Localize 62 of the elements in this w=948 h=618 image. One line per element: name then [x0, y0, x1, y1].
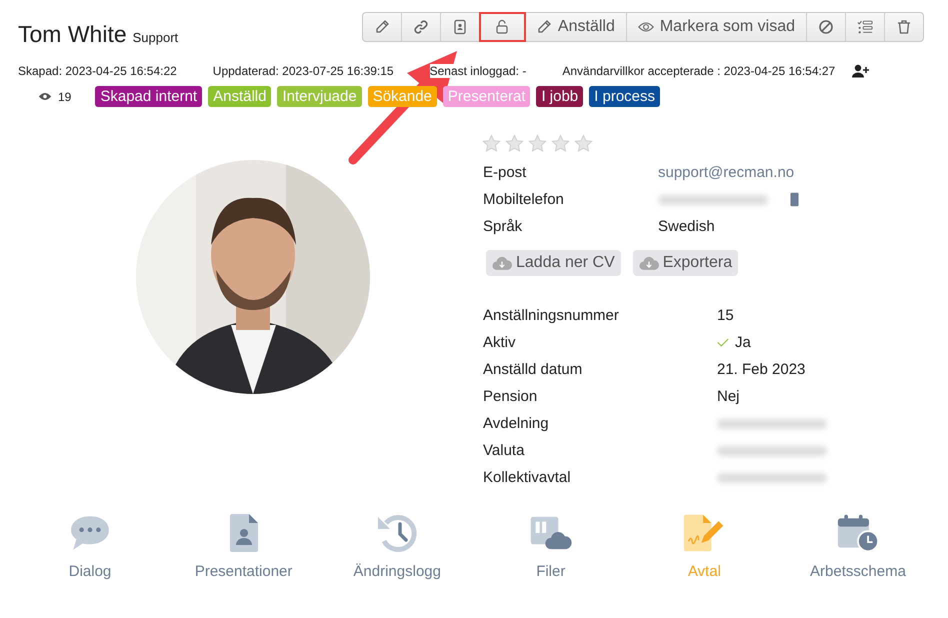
field-label: Aktiv [483, 334, 517, 351]
meta-text: Uppdaterad: 2023-07-25 16:39:15 [212, 64, 394, 78]
meta-text: Skapad: 2023-04-25 16:54:22 [18, 64, 177, 78]
view-count: 19 [58, 90, 72, 104]
field-label: Valuta [483, 442, 526, 459]
bottom-tab[interactable]: Ändringslogg [347, 513, 448, 580]
status-tag: I jobb [536, 86, 584, 107]
person-role: Support [132, 30, 178, 45]
padlock-button[interactable] [480, 13, 525, 41]
bottom-tab[interactable]: Arbetsschema [808, 513, 908, 580]
cloud-download-icon [638, 256, 659, 270]
field-value: Ja [735, 334, 751, 351]
bottom-tab[interactable]: Filer [500, 513, 601, 580]
meta-text: Användarvillkor accepterade : 2023-04-25 16:54:27 [562, 64, 836, 78]
field-value: 15 [717, 307, 734, 324]
field-label: Avdelning [483, 415, 550, 432]
field-label: Kollektivavtal [483, 469, 572, 486]
pencil-icon [374, 19, 390, 35]
status-tag: I process [589, 86, 660, 107]
chat-bubble-icon [69, 513, 111, 553]
star-icon[interactable] [505, 134, 524, 153]
ban-icon [818, 19, 834, 35]
action-button[interactable]: Exportera [632, 250, 738, 276]
status-tag: Skapad internt [95, 86, 202, 107]
signed-document-icon [683, 513, 726, 553]
link-icon [412, 19, 429, 35]
status-tag: Presenterat [442, 86, 530, 107]
toolbar-button[interactable]: Markera som visad [626, 13, 807, 41]
field-label: Anställningsnummer [483, 307, 620, 324]
trash-icon [896, 19, 912, 35]
bottom-tab[interactable]: Dialog [40, 513, 140, 580]
checklist-icon [857, 19, 873, 35]
action-button[interactable]: Ladda ner CV [486, 250, 621, 276]
contact-card-icon [452, 19, 468, 35]
eye-icon [38, 92, 52, 101]
field-label: Mobiltelefon [483, 191, 565, 208]
field-label: Anställd datum [483, 361, 584, 378]
star-icon[interactable] [482, 134, 501, 153]
padlock-icon [494, 19, 510, 35]
star-icon[interactable] [551, 134, 570, 153]
person-name: Tom White [18, 21, 127, 48]
cloud-download-icon [492, 256, 512, 270]
email-link[interactable]: support@recman.no [658, 164, 794, 181]
field-value: Nej [717, 388, 740, 405]
history-clock-icon [376, 513, 418, 553]
meta-text: Senast inloggad: - [430, 64, 526, 78]
status-tag: Sökande [368, 86, 437, 107]
phone-icon[interactable] [790, 192, 799, 207]
field-label: E-post [483, 164, 528, 181]
field-value: 21. Feb 2023 [717, 361, 806, 378]
star-icon[interactable] [528, 134, 547, 153]
calendar-clock-icon [836, 513, 879, 553]
bottom-tab[interactable]: Presentationer [194, 513, 294, 580]
field-label: Pension [483, 388, 538, 405]
status-tag: Intervjuade [277, 86, 362, 107]
pencil-icon [536, 19, 552, 35]
toolbar-button[interactable]: Anställd [524, 13, 627, 41]
field-value: Swedish [658, 218, 715, 235]
status-tag: Anställd [208, 86, 272, 107]
field-label: Språk [483, 218, 524, 235]
star-icon[interactable] [574, 134, 593, 153]
add-user-icon[interactable] [851, 64, 870, 78]
